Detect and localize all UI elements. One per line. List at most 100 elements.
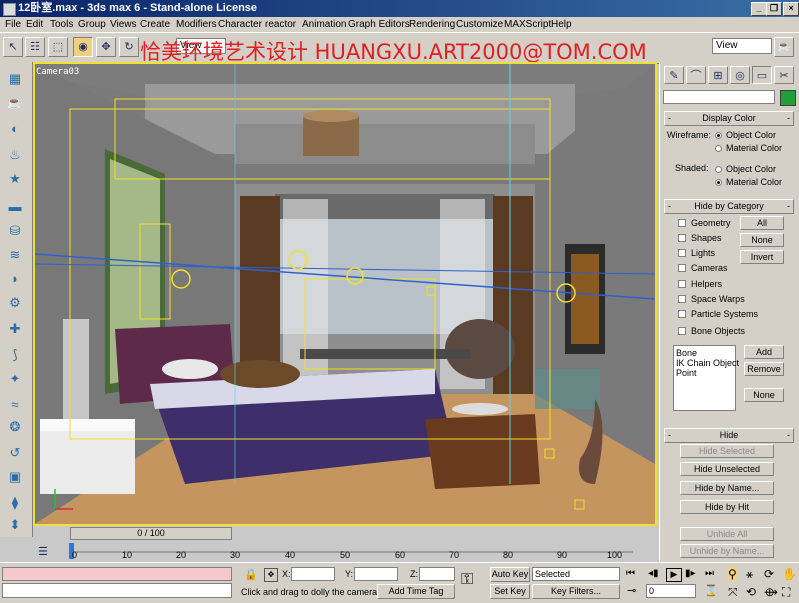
prev-frame-icon[interactable]: ◂▮	[648, 568, 659, 579]
container-icon[interactable]: ▣	[4, 466, 26, 488]
walk-icon[interactable]: ⟴	[764, 585, 778, 599]
menu-file[interactable]: File	[5, 17, 21, 32]
sphere-icon[interactable]: ◐	[4, 118, 26, 140]
restore-button[interactable]: ❐	[766, 2, 782, 16]
loop-icon[interactable]: ↺	[4, 442, 26, 464]
modify-tab-icon[interactable]: ⌒	[686, 66, 706, 84]
list-item[interactable]: Point	[676, 368, 697, 378]
menu-modifiers[interactable]: Modifiers	[176, 17, 217, 32]
spring-icon[interactable]: ≋	[4, 244, 26, 266]
hide-by-category-rollout[interactable]: - Hide by Category -	[664, 199, 794, 214]
window-crossing-icon[interactable]: ◉	[73, 37, 93, 57]
teapot-icon[interactable]: ☕	[4, 92, 26, 114]
particle-systems-checkbox[interactable]	[678, 310, 686, 318]
absolute-mode-icon[interactable]: ✥	[264, 568, 278, 582]
menu-animation[interactable]: Animation	[302, 17, 346, 32]
key-filters-button[interactable]: Key Filters...	[532, 584, 620, 599]
menu-graph-editors[interactable]: Graph Editors	[348, 17, 410, 32]
menu-group[interactable]: Group	[78, 17, 106, 32]
hide-by-hit-button[interactable]: Hide by Hit	[680, 500, 774, 514]
minimize-button[interactable]: _	[751, 2, 767, 16]
close-button[interactable]: ×	[783, 2, 799, 16]
unhide-all-button[interactable]: Unhide All	[680, 527, 774, 541]
pan-icon[interactable]: ✋	[782, 567, 797, 581]
select-object-icon[interactable]: ↖	[3, 37, 23, 57]
key-mode-icon[interactable]: ⊸	[627, 584, 636, 597]
gear-icon[interactable]: ⚙	[4, 292, 26, 314]
bone-icon[interactable]: ⟆	[4, 344, 26, 366]
x-coordinate-field[interactable]	[291, 567, 335, 581]
menu-character[interactable]: Character	[218, 17, 262, 32]
none-button[interactable]: None	[740, 233, 784, 247]
display-tab-icon[interactable]: ▭	[752, 66, 772, 84]
current-frame-field[interactable]: 0	[646, 584, 696, 598]
next-frame-icon[interactable]: ▮▸	[685, 568, 696, 579]
scale-icon[interactable]: ⬍	[4, 514, 26, 536]
hide-unselected-button[interactable]: Hide Unselected	[680, 462, 774, 476]
bone-objects-checkbox[interactable]	[678, 327, 686, 335]
menu-maxscript[interactable]: MAXScript	[504, 17, 551, 32]
particle-icon[interactable]: ❂	[4, 416, 26, 438]
all-button[interactable]: All	[740, 216, 784, 230]
selection-set-dropdown[interactable]: Selected	[532, 567, 620, 581]
menu-create[interactable]: Create	[140, 17, 170, 32]
object-name-field[interactable]	[663, 90, 775, 104]
zoom-icon[interactable]: ⚲	[728, 567, 737, 581]
space-warp-icon[interactable]: ✦	[4, 368, 26, 390]
none-list-button[interactable]: None	[744, 388, 784, 402]
mini-curve-editor-icon[interactable]: ☰	[38, 545, 52, 559]
unhide-by-name-button[interactable]: Unhide by Name...	[680, 544, 774, 558]
lights-checkbox[interactable]	[678, 249, 686, 257]
field-of-view-icon[interactable]: ⚹	[746, 567, 753, 582]
camera-viewport[interactable]	[33, 62, 657, 526]
category-list[interactable]: Bone IK Chain Object Point	[673, 345, 739, 411]
region-select-icon[interactable]: ⬚	[48, 37, 68, 57]
key-icon[interactable]: ⚿	[461, 571, 473, 589]
anim-icon[interactable]: ⧫	[4, 492, 26, 514]
wireframe-material-color-radio[interactable]	[715, 145, 722, 152]
y-coordinate-field[interactable]	[354, 567, 398, 581]
maximize-viewport-icon[interactable]: ⛶	[782, 585, 790, 600]
geometry-checkbox[interactable]	[678, 219, 686, 227]
menu-edit[interactable]: Edit	[26, 17, 43, 32]
roll-icon[interactable]: ⟲	[746, 585, 756, 599]
orbit-icon[interactable]: ⟳	[764, 567, 774, 581]
quick-render-icon[interactable]: ☕	[774, 37, 794, 57]
menu-rendering[interactable]: Rendering	[409, 17, 455, 32]
motion-tab-icon[interactable]: ◎	[730, 66, 750, 84]
box-primitive-icon[interactable]: ▬	[4, 196, 26, 218]
goto-end-icon[interactable]: ⏭	[705, 568, 714, 579]
create-tab-icon[interactable]: ✎	[664, 66, 684, 84]
invert-button[interactable]: Invert	[740, 250, 784, 264]
select-rotate-icon[interactable]: ↻	[119, 37, 139, 57]
menu-reactor[interactable]: reactor	[265, 17, 296, 32]
z-coordinate-field[interactable]	[419, 567, 455, 581]
shapes-checkbox[interactable]	[678, 234, 686, 242]
menu-customize[interactable]: Customize	[456, 17, 503, 32]
set-key-button[interactable]: Set Key	[490, 584, 530, 599]
menu-help[interactable]: Help	[551, 17, 572, 32]
wave-icon[interactable]: ≈	[4, 394, 26, 416]
object-color-swatch[interactable]	[780, 90, 796, 106]
hide-by-name-button[interactable]: Hide by Name...	[680, 481, 774, 495]
hierarchy-tab-icon[interactable]: ⊞	[708, 66, 728, 84]
display-color-rollout[interactable]: - Display Color -	[664, 111, 794, 126]
menu-views[interactable]: Views	[110, 17, 137, 32]
helper-icon[interactable]: ✚	[4, 318, 26, 340]
shaded-object-color-radio[interactable]	[715, 166, 722, 173]
helpers-checkbox[interactable]	[678, 280, 686, 288]
wireframe-object-color-radio[interactable]	[715, 132, 722, 139]
play-icon[interactable]: ▶	[666, 568, 682, 582]
list-item[interactable]: IK Chain Object	[676, 358, 739, 368]
time-slider[interactable]: 0 / 100	[70, 527, 232, 540]
shaded-material-color-radio[interactable]	[715, 179, 722, 186]
remove-button[interactable]: Remove	[744, 362, 784, 376]
light-icon[interactable]: ♨	[4, 144, 26, 166]
menu-tools[interactable]: Tools	[50, 17, 73, 32]
hide-rollout[interactable]: - Hide -	[664, 428, 794, 443]
lock-icon[interactable]: 🔒	[244, 568, 258, 581]
named-selection-dropdown[interactable]: View	[712, 38, 772, 54]
bend-icon[interactable]: ◗	[4, 268, 26, 290]
time-config-icon[interactable]: ⌛	[704, 584, 718, 597]
select-by-name-icon[interactable]: ☷	[25, 37, 45, 57]
